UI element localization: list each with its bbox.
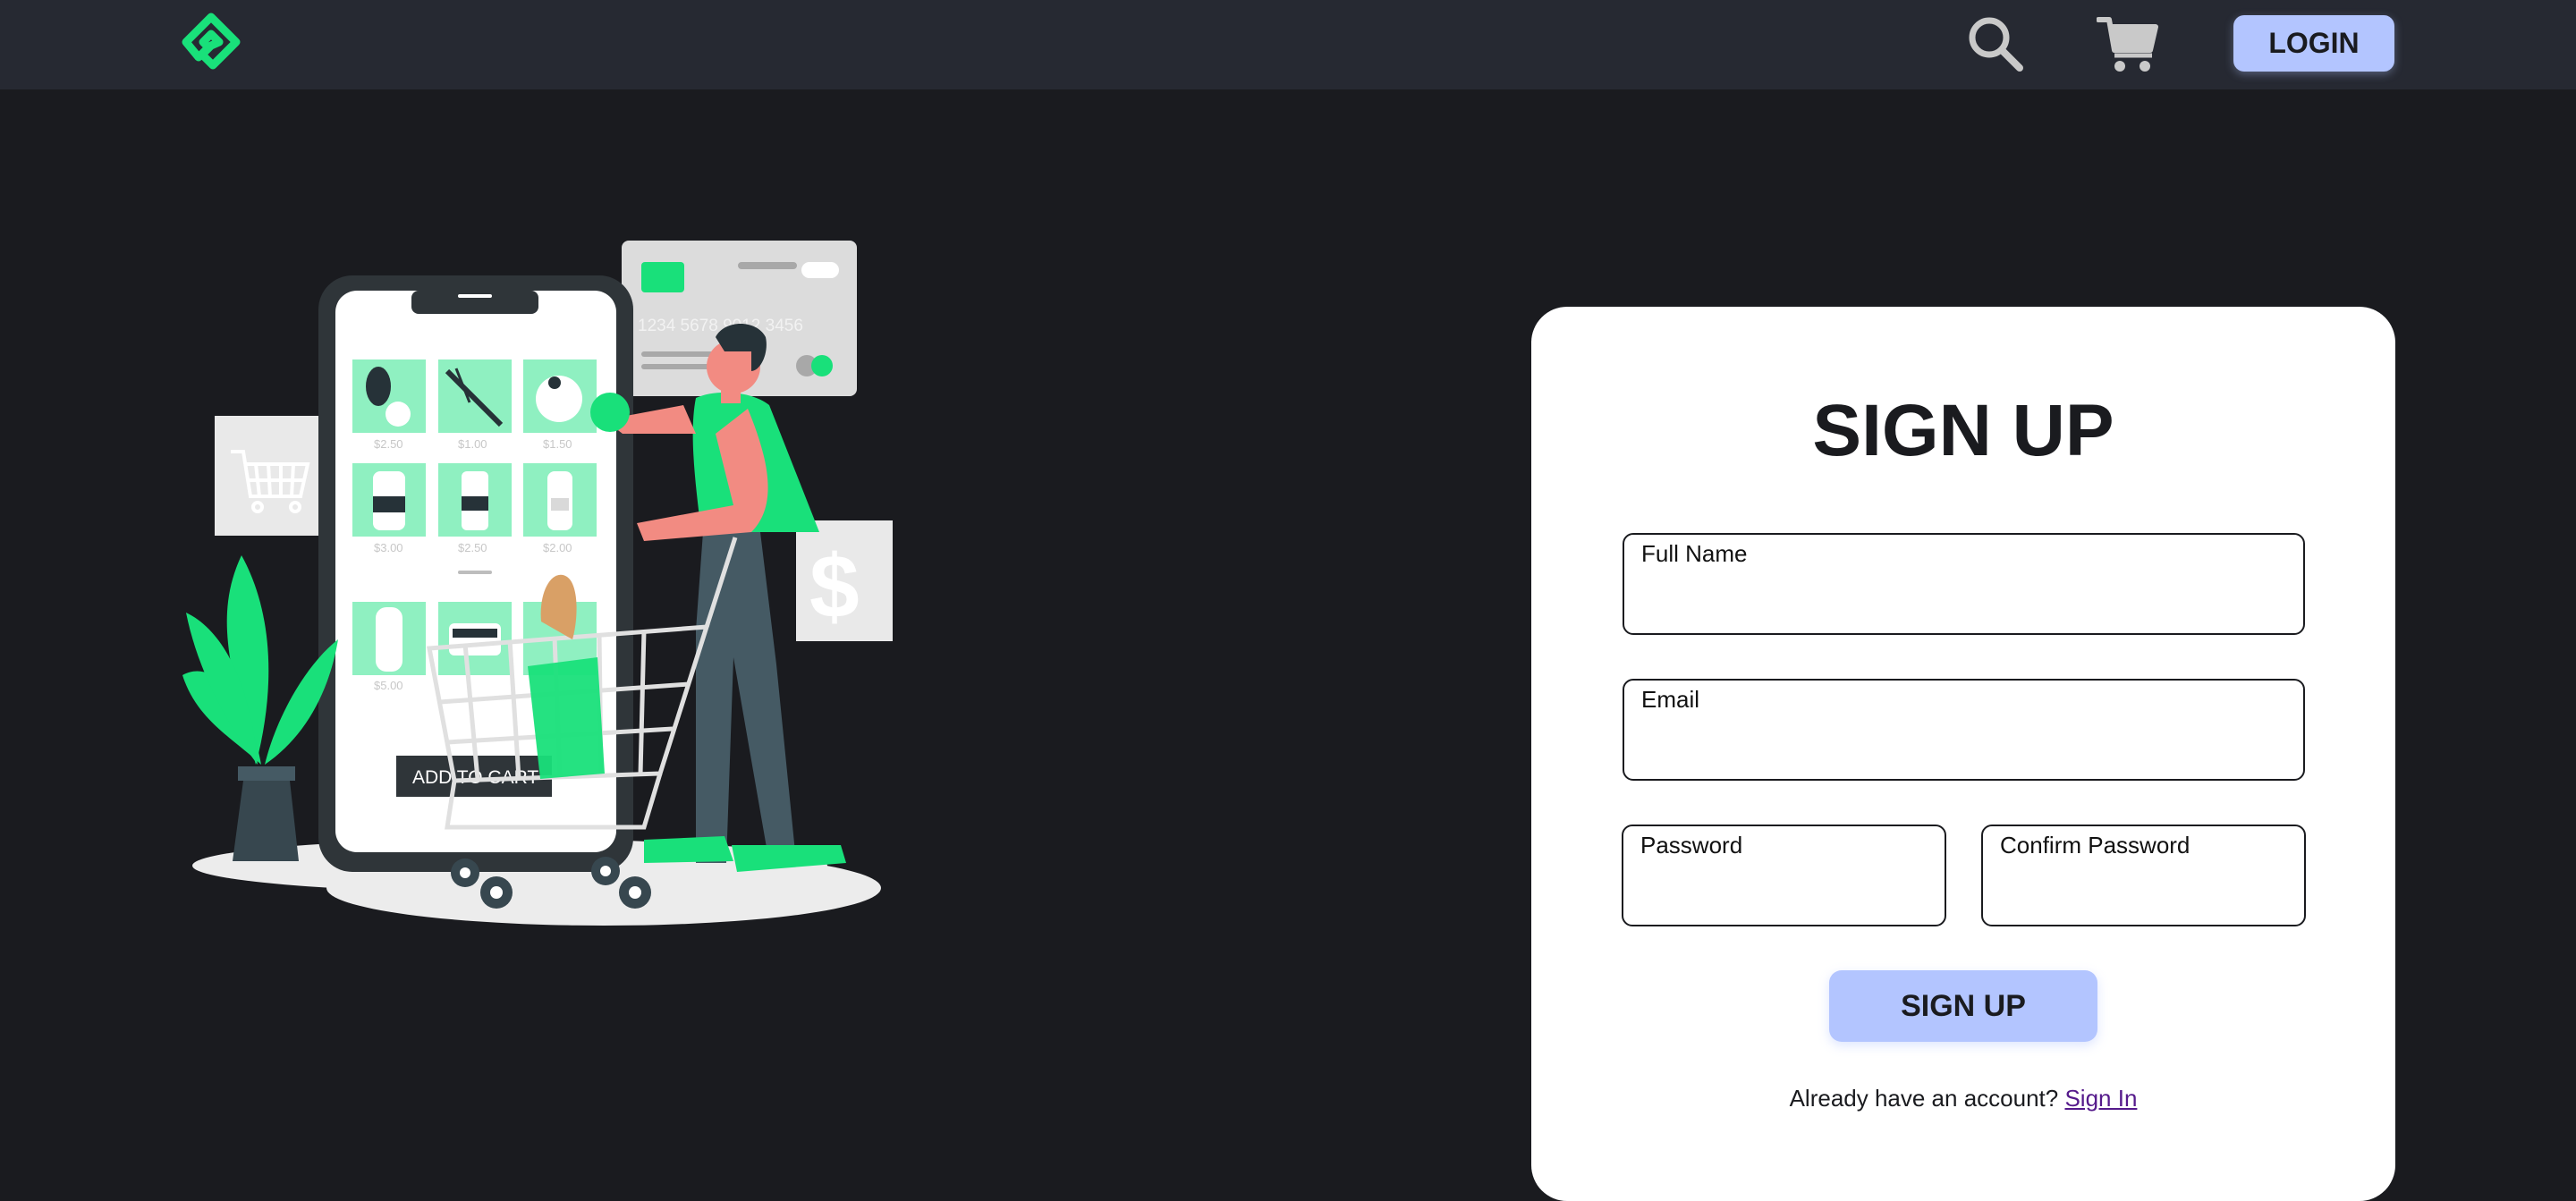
logo-icon[interactable] bbox=[181, 13, 242, 77]
password-input[interactable] bbox=[1640, 867, 1928, 918]
price-6: $2.00 bbox=[543, 541, 572, 554]
confirm-password-label: Confirm Password bbox=[2000, 832, 2190, 858]
price-3: $1.50 bbox=[543, 437, 572, 451]
cart-icon[interactable] bbox=[2097, 14, 2159, 73]
signup-card: SIGN UP Full Name Email Password Confirm… bbox=[1531, 307, 2395, 1201]
password-field[interactable]: Password bbox=[1622, 825, 1946, 926]
phone: $2.50 $1.00 $1.50 $3.00 $2.50 $2.00 $5.0… bbox=[318, 275, 633, 872]
full-name-input[interactable] bbox=[1640, 576, 2287, 626]
login-button[interactable]: LOGIN bbox=[2233, 15, 2394, 72]
signup-title: SIGN UP bbox=[1812, 390, 2114, 471]
full-name-label: Full Name bbox=[1641, 540, 1748, 567]
full-name-field[interactable]: Full Name bbox=[1623, 533, 2305, 635]
confirm-password-input[interactable] bbox=[1999, 867, 2288, 918]
email-input[interactable] bbox=[1640, 722, 2287, 772]
signup-button[interactable]: SIGN UP bbox=[1829, 970, 2097, 1042]
signin-link[interactable]: Sign In bbox=[2064, 1085, 2137, 1112]
search-icon[interactable] bbox=[1966, 14, 2025, 73]
price-4: $3.00 bbox=[374, 541, 403, 554]
price-2: $1.00 bbox=[458, 437, 487, 451]
price-7: $5.00 bbox=[374, 679, 403, 692]
navbar: LOGIN bbox=[0, 0, 2576, 89]
plant bbox=[182, 555, 338, 861]
email-field[interactable]: Email bbox=[1623, 679, 2305, 781]
account-prompt-text: Already have an account? bbox=[1789, 1085, 2059, 1112]
confirm-password-field[interactable]: Confirm Password bbox=[1981, 825, 2306, 926]
email-label: Email bbox=[1641, 686, 1700, 713]
shopping-illustration: $ 1234 5678 9012 3456 $2.50 $1.00 $1.50 bbox=[182, 241, 893, 926]
password-label: Password bbox=[1640, 832, 1743, 858]
price-1: $2.50 bbox=[374, 437, 403, 451]
dollar-sign: $ bbox=[809, 537, 860, 637]
price-5: $2.50 bbox=[458, 541, 487, 554]
signin-prompt: Already have an account? Sign In bbox=[1531, 1085, 2395, 1112]
